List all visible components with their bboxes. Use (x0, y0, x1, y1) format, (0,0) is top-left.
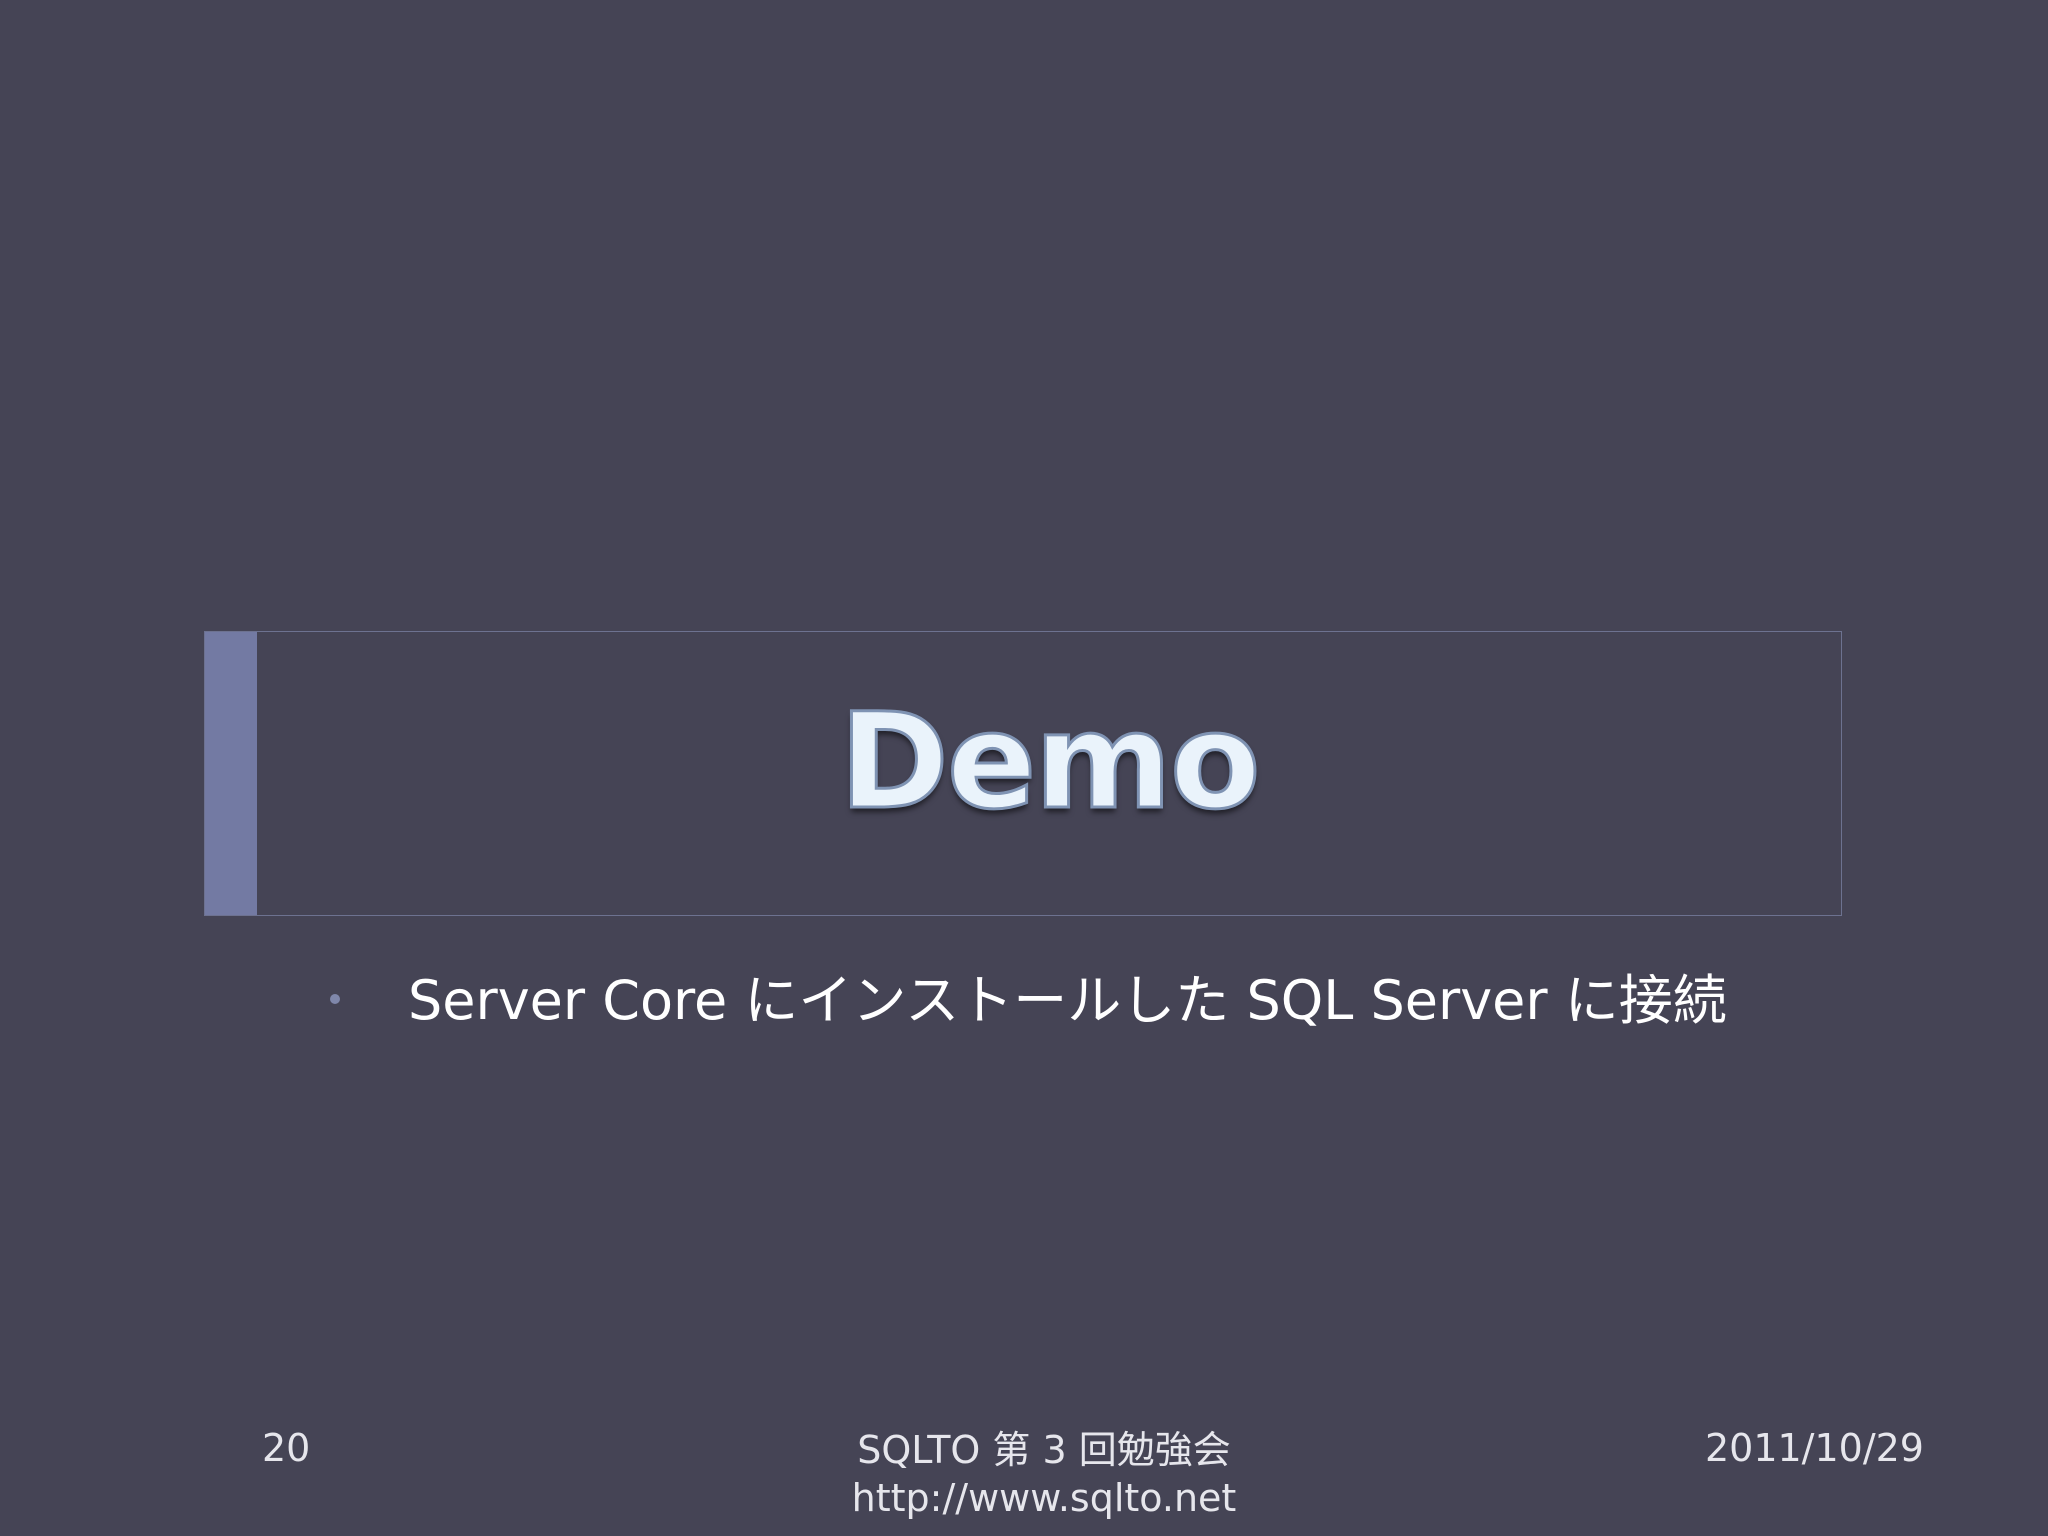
page-number: 20 (262, 1426, 311, 1470)
footer-url: http://www.sqlto.net (851, 1476, 1237, 1520)
bullet-item: Server Core にインストールした SQL Server に接続 (330, 955, 1727, 1035)
title-accent-bar (205, 632, 257, 915)
footer-date: 2011/10/29 (1704, 1426, 1924, 1470)
bullet-text: Server Core にインストールした SQL Server に接続 (408, 968, 1727, 1032)
footer-center: SQLTO 第 3 回勉強会 http://www.sqlto.net (724, 1426, 1364, 1522)
bullet-dot-icon (330, 994, 340, 1004)
title-box: Demo (204, 631, 1842, 916)
slide-title: Demo (838, 683, 1262, 840)
footer-event-name: SQLTO 第 3 回勉強会 (857, 1428, 1231, 1472)
